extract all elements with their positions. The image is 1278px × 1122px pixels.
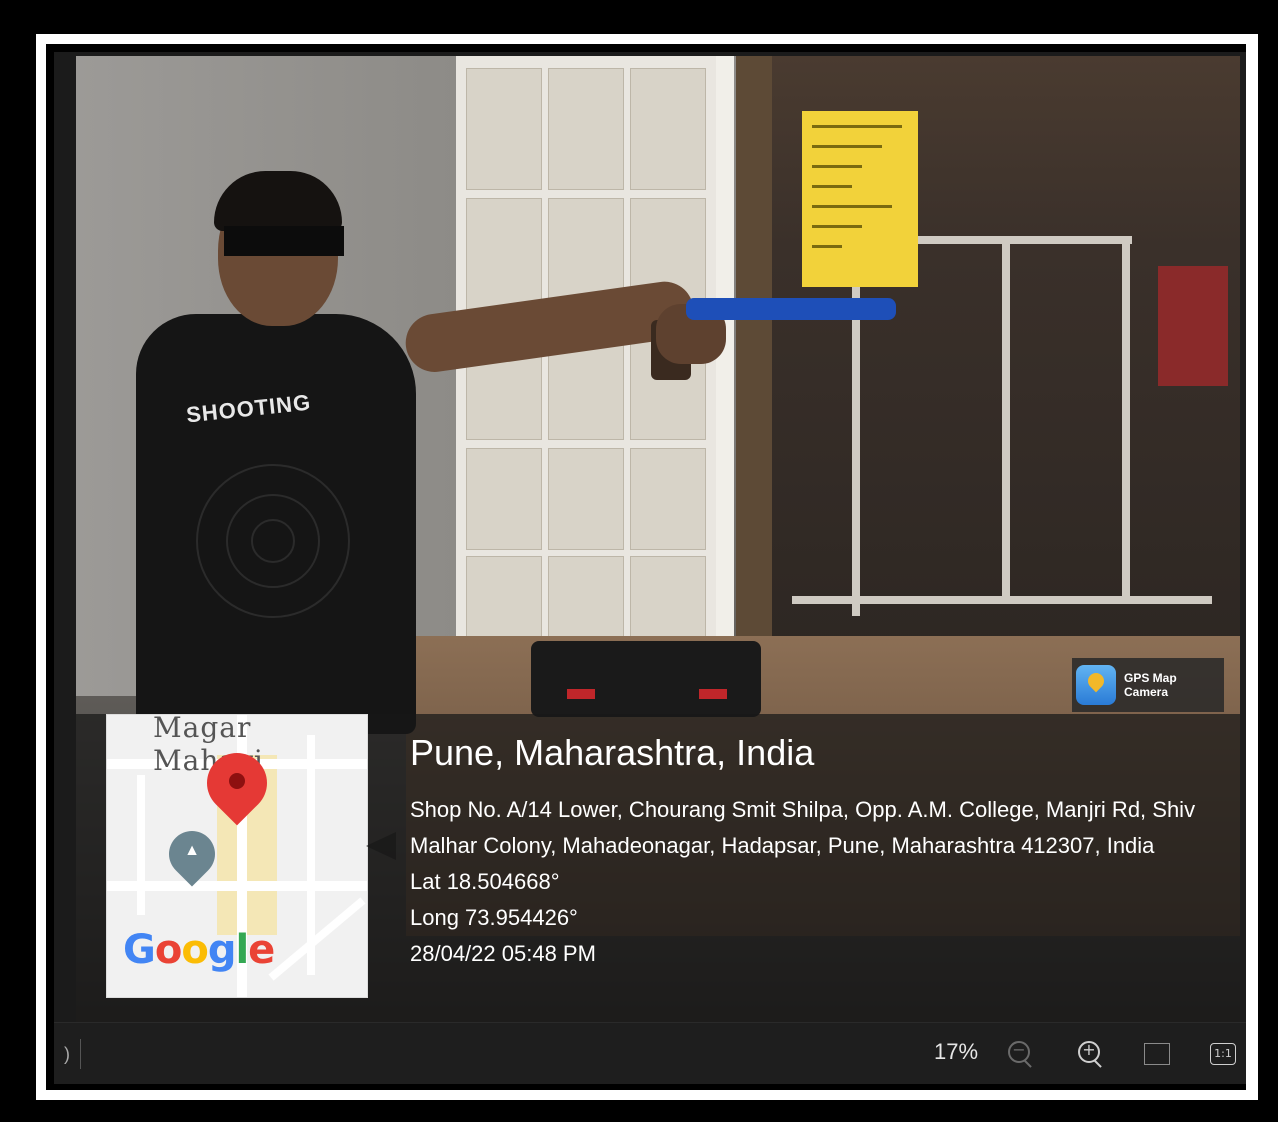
zoom-in-icon[interactable]: + — [1074, 1039, 1106, 1071]
door-frame — [736, 56, 772, 656]
person-torso — [136, 314, 416, 734]
actual-size-icon[interactable]: 1:1 — [1208, 1039, 1240, 1071]
sidebar-toggle[interactable]: ) — [54, 1039, 81, 1069]
latitude: Lat 18.504668° — [410, 869, 560, 894]
address-line-2: Malhar Colony, Mahadeonagar, Hadapsar, P… — [410, 833, 1155, 858]
zoom-out-icon[interactable]: − — [1004, 1039, 1036, 1071]
headband — [224, 226, 344, 256]
longitude: Long 73.954426° — [410, 905, 578, 930]
zoom-level: 17% — [934, 1039, 979, 1064]
air-pistol — [686, 298, 896, 320]
fit-screen-icon[interactable] — [1142, 1039, 1174, 1071]
gps-badge-label: GPS Map Camera — [1123, 671, 1177, 699]
gps-map-camera-icon — [1076, 665, 1116, 705]
location-title: Pune, Maharashtra, India — [410, 732, 815, 773]
gps-map-camera-badge: GPS Map Camera — [1072, 658, 1224, 712]
datetime: 28/04/22 05:48 PM — [410, 941, 596, 966]
map-callout-arrow — [366, 832, 396, 860]
pistol-case — [531, 641, 761, 717]
address-line-1: Shop No. A/14 Lower, Chourang Smit Shilp… — [410, 797, 1196, 822]
wall-notice — [802, 111, 918, 287]
google-logo: Google — [123, 927, 275, 973]
map-thumbnail: Magar Mahavi ▲ Google — [106, 714, 368, 998]
image-viewer[interactable]: SHOOTING GPS Map Camera Magar Mahavi ▲ G… — [54, 52, 1246, 1084]
viewer-toolbar: ) 17% − + 1:1 — [54, 1022, 1246, 1084]
